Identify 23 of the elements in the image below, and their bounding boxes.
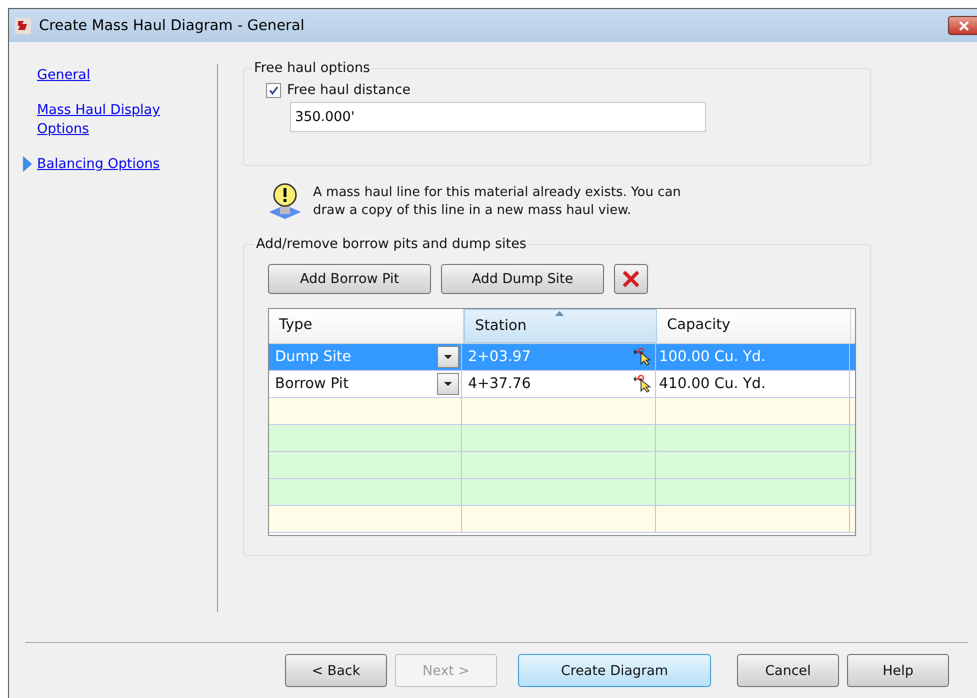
table-cell: 410.00 Cu. Yd.: [659, 376, 766, 392]
table-cell: Dump Site: [275, 349, 352, 365]
table-cell: Borrow Pit: [275, 376, 349, 392]
dialog-button[interactable]: Create Diagram: [518, 654, 711, 687]
add-button[interactable]: Add Dump Site: [441, 264, 604, 294]
sidebar-link[interactable]: General: [37, 66, 177, 85]
table-cell: 4+37.76: [468, 376, 531, 392]
column-header[interactable]: Capacity: [657, 309, 851, 343]
column-header[interactable]: Station: [464, 309, 657, 343]
checkbox-label: Free haul distance: [287, 82, 411, 98]
notice-text: A mass haul line for this material already exists. You can draw a copy of this line in a new mass haul view.: [313, 184, 682, 220]
table-cell: 2+03.97: [468, 349, 531, 365]
dialog-button[interactable]: Help: [847, 654, 949, 687]
dialog-button[interactable]: Cancel: [737, 654, 839, 687]
sidebar-link[interactable]: Balancing Options: [37, 155, 177, 174]
window-title: Create Mass Haul Diagram - General: [39, 18, 304, 34]
table-cell: 100.00 Cu. Yd.: [659, 349, 766, 365]
distance-field[interactable]: 350.000': [290, 102, 706, 132]
sidebar-link[interactable]: Mass Haul Display Options: [37, 101, 177, 139]
group-title: Add/remove borrow pits and dump sites: [255, 236, 528, 252]
group-title: Free haul options: [253, 60, 372, 76]
dialog-button[interactable]: < Back: [285, 654, 387, 687]
add-button[interactable]: Add Borrow Pit: [268, 264, 431, 294]
